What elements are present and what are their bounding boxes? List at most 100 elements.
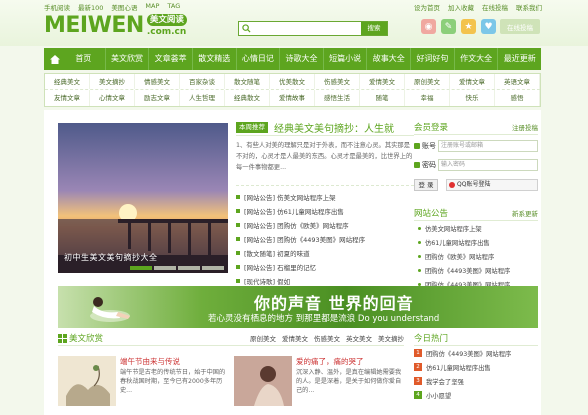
top-right-link[interactable]: 加入收藏 (448, 2, 474, 12)
top-link[interactable]: MAP (145, 2, 159, 12)
slider-dot[interactable] (154, 266, 176, 270)
featured-title[interactable]: 经典美文美句摘抄：人生就 (274, 120, 394, 135)
list-item[interactable]: [网站公告] 仿61儿童网站程序出售 (236, 204, 414, 218)
article-card[interactable]: 爱的痛了，痛的哭了 沉深入静、温外，是真在编辑她需要我的人。是是深着，是关于如何… (234, 356, 404, 415)
subnav-item[interactable]: 英语文章 (495, 74, 540, 89)
account-label: 账号 (414, 141, 438, 151)
notice-more-link[interactable]: 新系更新 (512, 208, 538, 218)
list-item-text: [网站公告] 团购仿《欧美》网站程序 (244, 222, 349, 230)
subnav-item[interactable]: 感悟生活 (315, 90, 360, 106)
nav-item[interactable]: 故事大全 (366, 48, 410, 70)
rank-badge: 2 (414, 363, 422, 371)
list-item[interactable]: 团购仿《欧美》网站程序 (414, 249, 538, 263)
featured-list: [网站公告] 伤美文网站程序上架 [网站公告] 仿61儿童网站程序出售 [网站公… (236, 190, 414, 288)
notice-header: 网站公告 新系更新 (414, 206, 538, 221)
subnav-item[interactable]: 伤感美文 (315, 74, 360, 89)
subnav-item[interactable]: 情感美文 (135, 74, 180, 89)
section-tab[interactable]: 英文美文 (346, 333, 372, 343)
promo-banner[interactable]: 你的声音 世界的回音 若心灵没有栖息的地方 到那里都是流浪 Do you und… (58, 286, 538, 328)
nav-item[interactable]: 散文精选 (191, 48, 236, 70)
subnav-item[interactable]: 人生哲理 (180, 90, 225, 106)
list-item[interactable]: 仿美文网站程序上架 (414, 221, 538, 235)
slider-dot[interactable] (130, 266, 152, 270)
qq-login-button[interactable]: QQ账号登陆 (446, 179, 538, 191)
heart-icon[interactable]: ♥ (481, 19, 496, 34)
list-item[interactable]: 2 仿61儿童网站程序出售 (414, 360, 538, 374)
slider-dot[interactable] (202, 266, 224, 270)
nav-item[interactable]: 首页 (62, 48, 105, 70)
list-item[interactable]: [网站公告] 石榴里的记忆 (236, 260, 414, 274)
subnav-item[interactable]: 幸福 (405, 90, 450, 106)
social-icons: ◉ ✎ ★ ♥ (421, 19, 496, 34)
star-icon[interactable]: ★ (461, 19, 476, 34)
subnav-item[interactable]: 随笔 (360, 90, 405, 106)
subnav-item[interactable]: 爱情美文 (360, 74, 405, 89)
subnav-item[interactable]: 原创美文 (405, 74, 450, 89)
login-actions: 登 录 QQ账号登陆 (414, 179, 538, 191)
list-item[interactable]: 团购仿《4493美图》网站程序 (414, 263, 538, 277)
site-logo[interactable]: MEIWEN 美文阅读 .com.cn (44, 14, 187, 38)
top-link[interactable]: 美图心语 (111, 2, 137, 12)
search-button[interactable]: 搜索 (361, 22, 387, 35)
section-tab[interactable]: 原创美文 (250, 333, 276, 343)
password-field[interactable]: 输入密码 (438, 159, 538, 171)
logo-side: 美文阅读 .com.cn (146, 14, 187, 38)
submit-article-button[interactable]: 在线投稿 (500, 19, 540, 34)
section-tab[interactable]: 伤感美文 (314, 333, 340, 343)
nav-item[interactable]: 文章荟萃 (148, 48, 192, 70)
slider-caption[interactable]: 初中生美文美句摘抄大全 (64, 252, 158, 263)
list-item[interactable]: [网站公告] 伤美文网站程序上架 (236, 190, 414, 204)
nav-item[interactable]: 最近更新 (497, 48, 541, 70)
top-right-link[interactable]: 在线投稿 (482, 2, 508, 12)
article-card[interactable]: 端午节由来与传说 端午节是古老的传统节日，始于中国的春秋战国时期，至今已有200… (58, 356, 228, 415)
subnav-item[interactable]: 百家杂谈 (180, 74, 225, 89)
top-link[interactable]: 手机阅读 (44, 2, 70, 12)
login-button[interactable]: 登 录 (414, 179, 438, 191)
chat-icon[interactable]: ✎ (441, 19, 456, 34)
list-item[interactable]: 1 团购仿《4493美图》网站程序 (414, 346, 538, 360)
subnav-item[interactable]: 友情文章 (45, 90, 90, 106)
logo-text: MEIWEN (44, 13, 144, 38)
weibo-icon[interactable]: ◉ (421, 19, 436, 34)
list-item[interactable]: 3 我学会了坚强 (414, 374, 538, 388)
top-link[interactable]: TAG (167, 2, 180, 12)
image-slider[interactable]: 初中生美文美句摘抄大全 (58, 123, 228, 273)
subnav-item[interactable]: 经典散文 (225, 90, 270, 106)
nav-item[interactable]: 心情日记 (235, 48, 280, 70)
top-right-link[interactable]: 设为首页 (414, 2, 440, 12)
subnav-item[interactable]: 感悟 (495, 90, 540, 106)
subnav-item[interactable]: 快乐 (450, 90, 495, 106)
subnav-item[interactable]: 优美散文 (270, 74, 315, 89)
register-link[interactable]: 注册投稿 (512, 122, 538, 132)
article-title[interactable]: 端午节由来与传说 (120, 356, 180, 367)
bullet-icon (236, 223, 240, 227)
top-link[interactable]: 最新100 (78, 2, 103, 12)
nav-item[interactable]: 诗歌大全 (279, 48, 323, 70)
list-item[interactable]: 仿61儿童网站程序出售 (414, 235, 538, 249)
nav-item[interactable]: 好词好句 (410, 48, 454, 70)
list-item[interactable]: [散文随笔] 初夏的味道 (236, 246, 414, 260)
slider-dot[interactable] (178, 266, 200, 270)
top-right-link[interactable]: 联系我们 (516, 2, 542, 12)
subnav-item[interactable]: 散文随笔 (225, 74, 270, 89)
account-field[interactable]: 注册账号或邮箱 (438, 140, 538, 152)
section-tab[interactable]: 爱情美文 (282, 333, 308, 343)
subnav-item[interactable]: 爱情故事 (270, 90, 315, 106)
subnav-item[interactable]: 爱情文章 (450, 74, 495, 89)
logo-domain: .com.cn (146, 27, 187, 37)
top-right-links: 设为首页 加入收藏 在线投稿 联系我们 (414, 2, 542, 12)
subnav-item[interactable]: 心情文章 (90, 90, 135, 106)
section-tab[interactable]: 美文摘抄 (378, 333, 404, 343)
nav-item[interactable]: 美文欣赏 (104, 48, 149, 70)
list-item[interactable]: [网站公告] 团购仿《4493美图》网站程序 (236, 232, 414, 246)
subnav-item[interactable]: 经典美文 (45, 74, 90, 89)
subnav-item[interactable]: 美文摘抄 (90, 74, 135, 89)
list-item[interactable]: 4 小小愿望 (414, 388, 538, 402)
article-title[interactable]: 爱的痛了，痛的哭了 (296, 356, 364, 367)
home-icon[interactable] (48, 48, 62, 70)
search-input[interactable] (253, 23, 357, 34)
subnav-item[interactable]: 励志文章 (135, 90, 180, 106)
nav-item[interactable]: 短篇小说 (322, 48, 367, 70)
nav-item[interactable]: 作文大全 (453, 48, 498, 70)
list-item[interactable]: [网站公告] 团购仿《欧美》网站程序 (236, 218, 414, 232)
